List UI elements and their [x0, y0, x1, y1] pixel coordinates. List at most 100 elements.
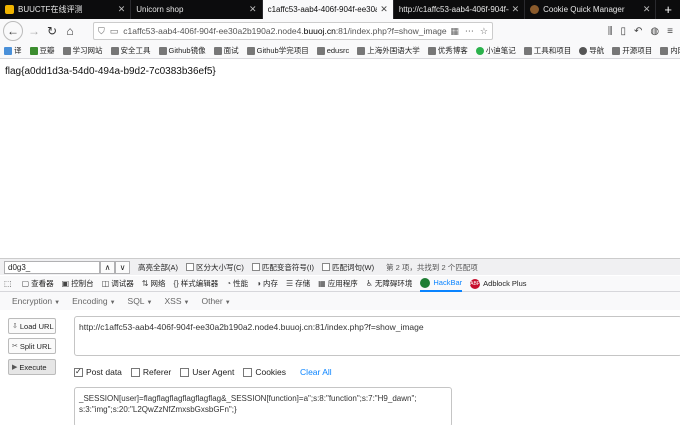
bookmarks-toolbar: 译 豆瓣 学习网站 安全工具 Github镜像 面试 Github学完项目 ed…	[0, 43, 680, 59]
devtools-tab-application[interactable]: ▦ 应用程序	[318, 278, 358, 289]
checkbox[interactable]	[186, 263, 194, 271]
browser-tab-buuctf[interactable]: BUUCTF在线评测 ✕	[0, 0, 132, 19]
home-icon[interactable]: ⌂	[61, 22, 79, 40]
bookmark-item[interactable]: Github镜像	[158, 45, 206, 56]
bookmark-item[interactable]: 小迪笔记	[475, 45, 516, 56]
library-icon[interactable]: ⫼	[608, 26, 613, 37]
menu-other[interactable]: Other ▼	[201, 296, 230, 306]
split-url-button[interactable]: ✂ Split URL	[8, 338, 56, 354]
bookmark-item[interactable]: 安全工具	[110, 45, 151, 56]
checkbox[interactable]	[180, 367, 190, 377]
checkbox[interactable]	[251, 263, 260, 271]
bookmark-item[interactable]: 豆瓣	[29, 45, 55, 56]
match-diacritics-toggle[interactable]: 匹配变音符号(I)	[251, 262, 314, 273]
bookmark-item[interactable]: 导航	[579, 45, 604, 56]
bookmark-item[interactable]: 面试	[213, 45, 239, 56]
page-info-icon[interactable]: ▭	[110, 26, 119, 37]
qr-code-icon[interactable]: ▦	[450, 26, 459, 37]
clear-all-link[interactable]: Clear All	[300, 367, 332, 377]
navigation-bar: ← → ↻ ⌂ ⛉ ▭ c1affc53-aab4-406f-904f-ee30…	[0, 19, 680, 43]
undo-icon[interactable]: ↶	[634, 26, 642, 37]
braces-icon: {}	[173, 279, 179, 288]
page-flag-text: flag{a0dd1d3a-54d0-494a-b9d2-7c0383b36ef…	[5, 66, 216, 77]
post-data-checkbox[interactable]: Post data	[74, 367, 122, 377]
checkbox[interactable]	[243, 367, 253, 377]
bookmark-item[interactable]: 学习网站	[62, 45, 103, 56]
bookmark-item[interactable]: 译	[4, 45, 22, 56]
address-bar[interactable]: ⛉ ▭ c1affc53-aab4-406f-904f-ee30a2b190a2…	[93, 22, 493, 40]
bookmark-item[interactable]: 上海外国语大学	[357, 45, 420, 56]
close-icon[interactable]: ✕	[118, 4, 126, 15]
more-icon[interactable]: ⋯	[465, 26, 474, 37]
notes-icon	[475, 46, 484, 55]
element-picker-icon[interactable]: ⬚	[4, 279, 14, 288]
bookmark-item[interactable]: 内网	[660, 45, 680, 56]
chevron-down-icon: ▼	[183, 300, 190, 306]
menu-sql[interactable]: SQL ▼	[128, 296, 153, 306]
devtools-tab-storage[interactable]: ☰ 存储	[286, 278, 310, 289]
find-next-button[interactable]: ∨	[115, 260, 130, 274]
match-case-toggle[interactable]: 区分大小写(C)	[186, 262, 244, 273]
devtools-tab-hackbar[interactable]: HackBar	[420, 276, 463, 292]
post-data-line: s:3:"img";s:20:"L2QwZzNfZmxsbGxsbGFn";}	[79, 405, 237, 414]
menu-encoding[interactable]: Encoding ▼	[72, 296, 115, 306]
execute-button[interactable]: ▶ Execute	[8, 359, 56, 375]
bookmark-item[interactable]: Github学完项目	[246, 45, 309, 56]
bookmark-item[interactable]: edusrc	[316, 46, 349, 55]
devtools-tab-accessibility[interactable]: ♿ 无障碍环境	[366, 278, 413, 289]
chevron-down-icon: ▼	[146, 300, 153, 306]
checkbox[interactable]	[74, 367, 83, 377]
close-icon[interactable]: ✕	[249, 4, 257, 15]
cookies-checkbox[interactable]: Cookies	[243, 367, 286, 377]
bookmark-star-icon[interactable]: ☆	[480, 26, 488, 37]
close-icon[interactable]: ✕	[380, 4, 388, 15]
folder-icon	[29, 46, 38, 55]
close-icon[interactable]: ✕	[643, 4, 651, 15]
find-input[interactable]: d0g3_	[4, 260, 100, 274]
browser-tab-unicorn-shop[interactable]: Unicorn shop ✕	[131, 0, 263, 19]
reload-icon[interactable]: ↻	[43, 22, 61, 40]
browser-tab-http[interactable]: http://c1affc53-aab4-406f-904f-ee ✕	[394, 0, 526, 19]
devtools-tab-network[interactable]: ⇅ 网络	[142, 278, 166, 289]
accessibility-icon: ♿	[365, 279, 373, 288]
sidebar-icon[interactable]: ▯	[621, 26, 627, 37]
devtools-tab-inspector[interactable]: ▢ 查看器	[22, 278, 54, 289]
load-url-button[interactable]: ⇩ Load URL	[8, 318, 56, 334]
tab-title: Cookie Quick Manager	[543, 5, 625, 14]
tab-title: Unicorn shop	[136, 5, 184, 14]
devtools-tab-memory[interactable]: ◑ 内存	[256, 278, 278, 289]
devtools-tab-performance[interactable]: ◔ 性能	[226, 278, 248, 289]
bookmark-item[interactable]: 开源项目	[612, 45, 652, 56]
bookmark-item[interactable]: 优秀博客	[427, 45, 468, 56]
highlight-all-toggle[interactable]: 高亮全部(A)	[138, 262, 178, 273]
whole-words-toggle[interactable]: 匹配词句(W)	[322, 262, 374, 273]
menu-icon[interactable]: ≡	[667, 26, 673, 37]
browser-tab-active[interactable]: c1affc53-aab4-406f-904f-ee30a2b ✕	[262, 0, 394, 19]
close-icon[interactable]: ✕	[512, 4, 520, 15]
devtools-tab-console[interactable]: ▣ 控制台	[62, 278, 94, 289]
folder-icon	[110, 46, 119, 55]
referer-checkbox[interactable]: Referer	[130, 367, 171, 377]
menu-encryption[interactable]: Encryption ▼	[12, 296, 60, 306]
post-data-textarea[interactable]: _SESSION[user]=flagflagflagflagflagflag&…	[74, 387, 452, 425]
post-data-line: _SESSION[user]=flagflagflagflagflagflag&…	[79, 394, 417, 403]
back-arrow-icon[interactable]: ←	[3, 21, 23, 41]
devtools-tab-adblock-plus[interactable]: ABP Adblock Plus	[470, 278, 527, 289]
extension-icon[interactable]: ◍	[650, 26, 659, 37]
devtools-tab-debugger[interactable]: ◫ 调试器	[102, 278, 134, 289]
new-tab-plus-icon[interactable]: +	[656, 0, 680, 19]
user-agent-checkbox[interactable]: User Agent	[180, 367, 234, 377]
folder-icon	[316, 46, 325, 55]
buuctf-favicon-icon	[5, 5, 14, 14]
browser-tab-cookie-manager[interactable]: Cookie Quick Manager ✕	[525, 0, 657, 19]
hackbar-url-textarea[interactable]: http://c1affc53-aab4-406f-904f-ee30a2b19…	[74, 316, 680, 356]
menu-xss[interactable]: XSS ▼	[165, 296, 190, 306]
devtools-tab-style-editor[interactable]: {} 样式编辑器	[173, 278, 218, 289]
gauge-icon: ◔	[226, 279, 232, 288]
forward-arrow-icon[interactable]: →	[25, 22, 43, 40]
checkbox[interactable]	[130, 367, 140, 377]
checkbox[interactable]	[322, 263, 331, 271]
find-previous-button[interactable]: ∧	[100, 260, 115, 274]
shield-icon[interactable]: ⛉	[98, 26, 105, 37]
bookmark-item[interactable]: 工具和项目	[523, 45, 571, 56]
